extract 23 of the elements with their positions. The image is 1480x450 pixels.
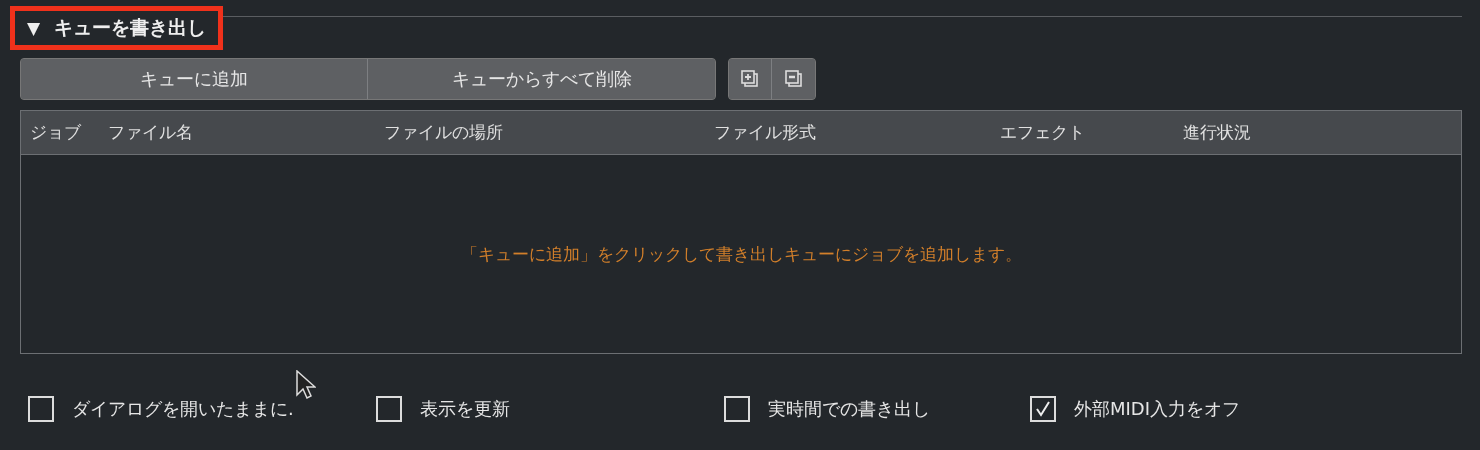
column-header[interactable]: エフェクト (1000, 121, 1183, 144)
queue-button[interactable]: キューに追加 (21, 59, 368, 99)
collapse-toggle[interactable]: ▼ (27, 18, 41, 38)
option-label: ダイアログを開いたままに. (72, 397, 294, 421)
option-label: 表示を更新 (420, 397, 510, 421)
column-header[interactable]: 進行状況 (1183, 121, 1251, 144)
column-header[interactable]: ファイルの場所 (384, 121, 714, 144)
checkbox[interactable] (724, 396, 750, 422)
plus-square-icon (740, 69, 760, 89)
check-icon (1034, 400, 1052, 418)
cursor-icon (296, 370, 316, 400)
minus-square-icon (783, 69, 804, 89)
column-header[interactable]: ファイル形式 (714, 121, 1000, 144)
option-label: 実時間での書き出し (768, 397, 930, 421)
expand-all-button[interactable] (729, 59, 772, 99)
column-header[interactable]: ジョブ (30, 121, 108, 144)
section-title: キューを書き出し (54, 15, 207, 40)
option-label: 外部MIDI入力をオフ (1074, 397, 1240, 421)
column-header[interactable]: ファイル名 (108, 121, 384, 144)
checkbox[interactable] (28, 396, 54, 422)
checkbox[interactable] (1030, 396, 1056, 422)
checkbox[interactable] (376, 396, 402, 422)
empty-message: 「キューに追加」をクリックして書き出しキューにジョブを追加します。 (460, 242, 1022, 266)
